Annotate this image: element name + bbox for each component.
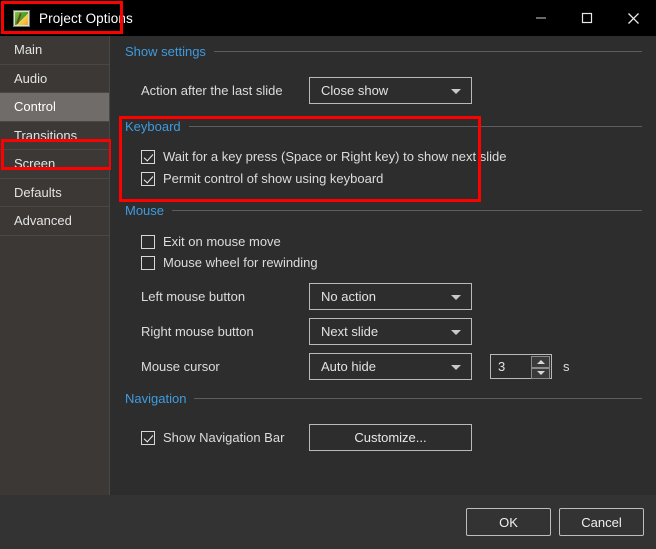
- group-divider: [172, 210, 642, 211]
- group-header: Keyboard: [111, 119, 656, 134]
- row-mouse-wheel-rewind: Mouse wheel for rewinding: [111, 255, 656, 270]
- cancel-button[interactable]: Cancel: [559, 508, 644, 536]
- row-wait-key-press: Wait for a key press (Space or Right key…: [111, 149, 656, 164]
- spinner-up-icon[interactable]: [531, 356, 550, 368]
- sidebar-item-advanced[interactable]: Advanced: [0, 207, 109, 236]
- title-bar-left: Project Options: [0, 0, 133, 36]
- sidebar-item-label: Advanced: [14, 213, 72, 229]
- window-controls: [518, 0, 656, 36]
- minimize-button[interactable]: [518, 0, 564, 36]
- group-title: Show settings: [125, 44, 206, 59]
- group-title: Mouse: [125, 203, 165, 218]
- show-navigation-bar-checkbox[interactable]: Show Navigation Bar: [141, 430, 309, 445]
- dialog-footer: OK Cancel: [0, 495, 656, 549]
- sidebar-item-audio[interactable]: Audio: [0, 65, 109, 93]
- row-mouse-cursor: Mouse cursor Auto hide 3 s: [111, 353, 656, 380]
- exit-on-mouse-move-label: Exit on mouse move: [163, 234, 281, 249]
- title-bar: Project Options: [0, 0, 656, 36]
- checkbox-icon: [141, 234, 155, 249]
- group-navigation: Navigation Show Navigation Bar Customize…: [111, 391, 656, 451]
- right-mouse-button-label: Right mouse button: [141, 324, 254, 339]
- checkbox-icon: [141, 255, 155, 270]
- maximize-icon: [581, 12, 593, 24]
- sidebar-item-label: Defaults: [14, 184, 62, 200]
- sidebar-item-main[interactable]: Main: [0, 36, 109, 65]
- sidebar-item-control[interactable]: Control: [0, 93, 109, 122]
- group-divider: [194, 398, 642, 399]
- sidebar: Main Audio Control Transitions Screen De…: [0, 36, 112, 495]
- right-mouse-button-dropdown[interactable]: Next slide: [309, 318, 472, 345]
- row-show-navigation-bar: Show Navigation Bar Customize...: [111, 424, 656, 451]
- spinner-value: 3: [498, 359, 506, 374]
- chevron-down-icon: [451, 329, 461, 335]
- mouse-wheel-rewind-checkbox[interactable]: Mouse wheel for rewinding: [141, 255, 318, 270]
- sidebar-item-transitions[interactable]: Transitions: [0, 122, 109, 150]
- mouse-cursor-delay-unit: s: [563, 359, 570, 374]
- action-after-last-slide-dropdown[interactable]: Close show: [309, 77, 472, 104]
- minimize-icon: [536, 17, 546, 19]
- dropdown-value: Auto hide: [321, 359, 376, 374]
- group-title: Navigation: [125, 391, 187, 406]
- app-icon: [13, 9, 30, 27]
- left-mouse-button-dropdown[interactable]: No action: [309, 283, 472, 310]
- row-action-after-last-slide: Action after the last slide Close show: [111, 77, 656, 104]
- chevron-down-icon: [451, 88, 461, 94]
- row-permit-control: Permit control of show using keyboard: [111, 171, 656, 186]
- dropdown-value: Next slide: [321, 324, 379, 339]
- mouse-cursor-dropdown[interactable]: Auto hide: [309, 353, 472, 380]
- project-options-dialog: Project Options Main Audio Control Trans…: [0, 0, 656, 549]
- maximize-button[interactable]: [564, 0, 610, 36]
- group-header: Mouse: [111, 203, 656, 218]
- permit-control-checkbox[interactable]: Permit control of show using keyboard: [141, 171, 383, 186]
- sidebar-item-label: Main: [14, 42, 43, 58]
- spinner-down-icon[interactable]: [531, 367, 550, 379]
- customize-button[interactable]: Customize...: [309, 424, 472, 451]
- sidebar-item-label: Screen: [14, 156, 56, 172]
- group-header: Show settings: [111, 44, 656, 59]
- spinner-buttons: [531, 356, 550, 379]
- show-navigation-bar-label: Show Navigation Bar: [163, 430, 285, 445]
- sidebar-item-label: Transitions: [14, 127, 78, 143]
- exit-on-mouse-move-checkbox[interactable]: Exit on mouse move: [141, 234, 281, 249]
- sidebar-item-label: Audio: [14, 70, 48, 86]
- row-exit-on-mouse-move: Exit on mouse move: [111, 234, 656, 249]
- group-keyboard: Keyboard Wait for a key press (Space or …: [111, 119, 656, 186]
- group-divider: [213, 51, 642, 52]
- close-icon: [627, 12, 639, 24]
- chevron-down-icon: [451, 364, 461, 370]
- group-title: Keyboard: [125, 119, 181, 134]
- row-right-mouse-button: Right mouse button Next slide: [111, 318, 656, 345]
- mouse-cursor-label: Mouse cursor: [141, 359, 220, 374]
- sidebar-item-defaults[interactable]: Defaults: [0, 179, 109, 207]
- chevron-down-icon: [451, 294, 461, 300]
- window-title: Project Options: [39, 10, 133, 26]
- checkbox-icon: [141, 171, 155, 186]
- group-divider: [188, 126, 642, 127]
- dropdown-value: Close show: [321, 83, 389, 98]
- sidebar-item-label: Control: [14, 99, 56, 115]
- settings-content: Show settings Action after the last slid…: [111, 36, 656, 495]
- wait-key-press-label: Wait for a key press (Space or Right key…: [163, 149, 507, 164]
- ok-button[interactable]: OK: [466, 508, 551, 536]
- close-button[interactable]: [610, 0, 656, 36]
- group-show-settings: Show settings Action after the last slid…: [111, 44, 656, 104]
- mouse-wheel-rewind-label: Mouse wheel for rewinding: [163, 255, 318, 270]
- checkbox-icon: [141, 149, 155, 164]
- left-mouse-button-label: Left mouse button: [141, 289, 246, 304]
- dropdown-value: No action: [321, 289, 376, 304]
- group-mouse: Mouse Exit on mouse move Mouse wheel for…: [111, 203, 656, 380]
- wait-key-press-checkbox[interactable]: Wait for a key press (Space or Right key…: [141, 149, 506, 164]
- action-after-last-slide-label: Action after the last slide: [141, 83, 283, 98]
- row-left-mouse-button: Left mouse button No action: [111, 283, 656, 310]
- checkbox-icon: [141, 430, 155, 445]
- group-header: Navigation: [111, 391, 656, 406]
- permit-control-label: Permit control of show using keyboard: [163, 171, 384, 186]
- sidebar-item-screen[interactable]: Screen: [0, 150, 109, 179]
- mouse-cursor-delay-stepper[interactable]: 3: [490, 354, 552, 379]
